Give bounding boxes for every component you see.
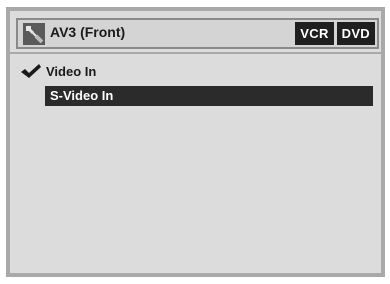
menu-item-label: Video In [46, 64, 97, 79]
mode-badges: VCR DVD [292, 22, 375, 45]
menu-item-video-in[interactable]: Video In [10, 62, 381, 83]
menu-item-label: S-Video In [50, 88, 114, 103]
menu-item-s-video-in[interactable]: S-Video In [10, 86, 381, 107]
osd-panel: AV3 (Front) VCR DVD Video In S-Video In [6, 7, 385, 277]
divider [10, 52, 381, 54]
checkmark-icon [21, 64, 41, 78]
input-menu: Video In S-Video In [10, 62, 381, 110]
dvd-badge: DVD [336, 22, 375, 45]
cable-connector-icon [23, 23, 45, 45]
header-bar: AV3 (Front) VCR DVD [16, 18, 379, 49]
page-title: AV3 (Front) [50, 24, 126, 40]
vcr-badge: VCR [295, 22, 334, 45]
